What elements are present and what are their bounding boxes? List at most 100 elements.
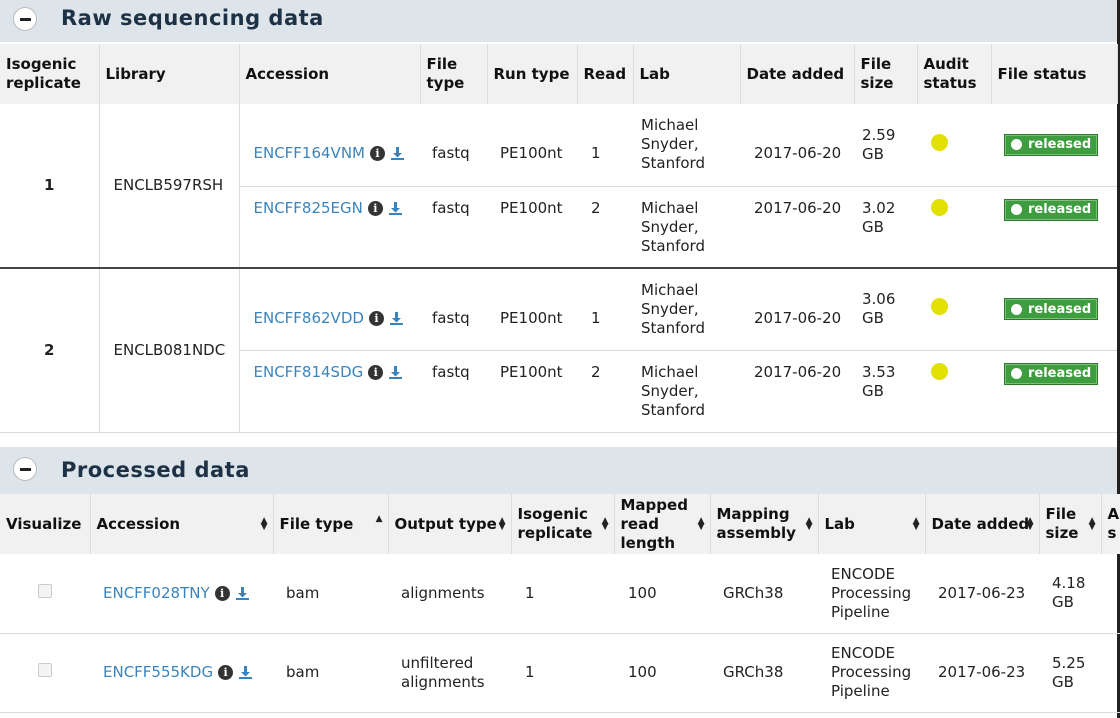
date-cell: 2017-06-20 — [740, 186, 854, 269]
visualize-checkbox[interactable] — [38, 663, 52, 677]
lab-cell: Michael Snyder, Stanford — [633, 350, 740, 433]
run-type-cell: PE100nt — [487, 350, 577, 433]
status-cell: released — [991, 186, 1117, 269]
run-type-cell: PE100nt — [487, 104, 577, 187]
info-icon[interactable]: i — [214, 585, 230, 601]
audit-dot-icon[interactable] — [931, 133, 948, 151]
accession-link[interactable]: ENCFF862VDD — [254, 309, 364, 327]
read-cell: 1 — [577, 104, 633, 187]
run-type-cell: PE100nt — [487, 186, 577, 269]
header-date-added[interactable]: Date added ▲ ▼ — [925, 494, 1040, 554]
status-cell: released — [991, 268, 1117, 351]
header-visualize: Visualize — [0, 494, 91, 554]
replicate-cell: 1 — [511, 554, 614, 634]
processed-section-title: Processed data — [61, 458, 250, 482]
sort-arrows-icon[interactable]: ▲ ▼ — [806, 517, 813, 532]
lab-cell: ENCODE Processing Pipeline — [818, 633, 925, 713]
status-badge: released — [1004, 133, 1099, 156]
lab-cell: Michael Snyder, Stanford — [633, 268, 740, 351]
audit-cell — [917, 350, 991, 433]
size-cell: 3.06 GB — [854, 268, 917, 351]
accession-link[interactable]: ENCFF825EGN — [254, 199, 363, 217]
header-lab[interactable]: Lab ▲ ▼ — [818, 494, 926, 554]
date-cell: 2017-06-20 — [740, 268, 854, 351]
info-icon[interactable]: i — [369, 146, 385, 162]
header-mapped-read-length[interactable]: Mapped read length ▲ ▼ — [614, 494, 711, 554]
raw-data-table: Isogenic replicate Library Accession Fil… — [0, 44, 1118, 433]
run-type-cell: PE100nt — [487, 268, 577, 351]
assembly-cell: GRCh38 — [710, 633, 818, 713]
sort-arrows-icon[interactable]: ▲ ▼ — [1027, 517, 1034, 532]
accession-link[interactable]: ENCFF164VNM — [254, 144, 365, 162]
header-mapping-assembly[interactable]: Mapping assembly ▲ ▼ — [710, 494, 819, 554]
audit-dot-icon[interactable] — [931, 362, 948, 380]
header-file-size: File size — [854, 44, 918, 104]
status-cell: released — [991, 350, 1117, 433]
read-length-cell: 100 — [614, 633, 710, 713]
accession-link[interactable]: ENCFF555KDG — [103, 663, 213, 681]
size-cell: 3.53 GB — [854, 350, 917, 433]
replicate-cell: 1 — [0, 104, 100, 269]
info-icon[interactable]: i — [368, 310, 384, 326]
header-isogenic-replicate[interactable]: Isogenic replicate ▲ ▼ — [511, 494, 615, 554]
header-file-status: File status — [991, 44, 1118, 104]
status-badge: released — [1004, 298, 1099, 321]
table-row: ENCFF028TNY i bam alignments 1 100 GRCh3… — [0, 554, 1120, 634]
audit-dot-icon[interactable] — [931, 198, 948, 216]
download-icon[interactable] — [388, 201, 403, 216]
size-cell: 3.02 GB — [854, 186, 917, 269]
collapse-raw-button[interactable] — [13, 7, 37, 31]
lab-cell: Michael Snyder, Stanford — [633, 104, 740, 187]
sort-up-icon[interactable]: ▲ — [376, 515, 383, 524]
sort-arrows-icon[interactable]: ▲ ▼ — [698, 517, 705, 532]
table-row: 2 ENCLB081NDC ENCFF862VDD i fastq PE100n… — [0, 268, 1117, 433]
download-icon[interactable] — [235, 586, 250, 601]
header-run-type: Run type — [487, 44, 578, 104]
collapse-processed-button[interactable] — [13, 457, 37, 481]
header-accession[interactable]: Accession ▲ ▼ — [90, 494, 274, 554]
status-badge: released — [1004, 362, 1099, 385]
header-isogenic-replicate: Isogenic replicate — [0, 44, 100, 104]
assembly-cell: GRCh38 — [710, 554, 818, 634]
date-cell: 2017-06-23 — [925, 633, 1039, 713]
accession-link[interactable]: ENCFF814SDG — [254, 363, 364, 381]
read-length-cell: 100 — [614, 554, 710, 634]
raw-section-header: Raw sequencing data — [0, 0, 1117, 42]
accession-cell: ENCFF814SDG i — [239, 350, 420, 433]
size-cell: 4.18 GB — [1039, 554, 1101, 634]
output-type-cell: alignments — [388, 554, 511, 634]
audit-cell — [917, 104, 991, 187]
sort-arrows-icon[interactable]: ▲ ▼ — [499, 517, 506, 532]
header-output-type[interactable]: Output type ▲ ▼ — [388, 494, 512, 554]
sort-arrows-icon[interactable]: ▲ ▼ — [1089, 517, 1096, 532]
output-type-cell: unfiltered alignments — [388, 633, 511, 713]
download-icon[interactable] — [388, 365, 403, 380]
info-icon[interactable]: i — [367, 200, 383, 216]
header-file-size[interactable]: File size ▲ ▼ — [1039, 494, 1102, 554]
read-cell: 2 — [577, 186, 633, 269]
header-date-added: Date added — [740, 44, 855, 104]
accession-link[interactable]: ENCFF028TNY — [103, 584, 210, 602]
info-icon[interactable]: i — [218, 665, 234, 680]
library-cell: ENCLB081NDC — [99, 268, 240, 433]
sort-arrows-icon[interactable]: ▲ ▼ — [261, 517, 268, 532]
sort-arrows-icon[interactable]: ▲ ▼ — [602, 517, 609, 532]
download-icon[interactable] — [390, 146, 405, 161]
header-file-type[interactable]: File type ▲ — [273, 494, 389, 554]
download-icon[interactable] — [238, 665, 253, 680]
header-lab: Lab — [633, 44, 741, 104]
info-icon[interactable]: i — [368, 364, 384, 380]
lab-cell: Michael Snyder, Stanford — [633, 186, 740, 269]
status-badge: released — [1004, 198, 1099, 221]
visualize-checkbox[interactable] — [38, 583, 52, 598]
read-cell: 1 — [577, 268, 633, 351]
audit-dot-icon[interactable] — [931, 298, 948, 316]
file-type-cell: fastq — [420, 350, 487, 433]
replicate-cell: 2 — [0, 268, 100, 433]
download-icon[interactable] — [389, 311, 404, 326]
audit-cell — [1101, 554, 1120, 634]
header-read: Read — [577, 44, 634, 104]
sort-arrows-icon[interactable]: ▲ ▼ — [913, 517, 920, 532]
file-type-cell: fastq — [420, 268, 487, 351]
library-cell: ENCLB597RSH — [99, 104, 240, 269]
